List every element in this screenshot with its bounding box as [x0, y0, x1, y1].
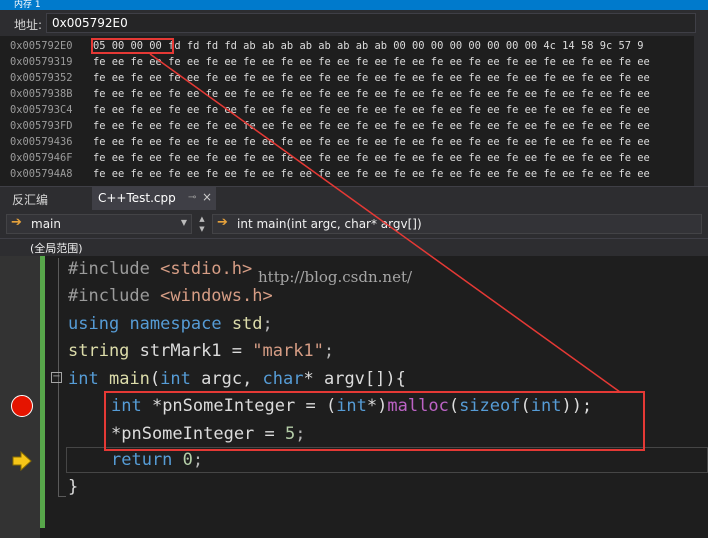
annotation-overlay	[149, 53, 621, 393]
annotation-line	[149, 53, 621, 393]
